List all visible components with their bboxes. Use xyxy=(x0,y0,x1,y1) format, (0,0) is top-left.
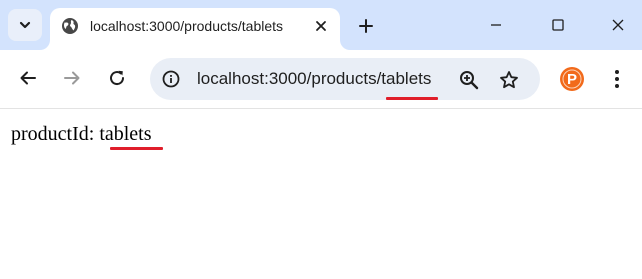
product-id-value: tablets xyxy=(99,123,152,145)
globe-icon xyxy=(62,18,78,34)
more-vert-icon xyxy=(615,70,619,88)
chevron-down-icon xyxy=(19,21,31,29)
star-icon xyxy=(500,71,518,89)
close-icon xyxy=(612,19,624,31)
forward-button[interactable] xyxy=(57,63,87,93)
value-highlight-underline xyxy=(110,147,163,150)
info-icon xyxy=(162,70,180,88)
bookmark-button[interactable] xyxy=(496,67,522,93)
zoom-button[interactable] xyxy=(456,67,482,93)
new-tab-button[interactable] xyxy=(352,12,380,40)
minimize-icon xyxy=(491,24,501,26)
url-highlight-underline xyxy=(386,97,438,100)
url-text[interactable]: localhost:3000/products/tablets xyxy=(197,68,431,90)
site-info-button[interactable] xyxy=(160,68,182,90)
reload-icon xyxy=(110,70,125,86)
maximize-button[interactable] xyxy=(543,10,573,40)
reload-button[interactable] xyxy=(102,63,132,93)
back-button[interactable] xyxy=(13,63,43,93)
tab-strip: localhost:3000/products/tablets xyxy=(0,0,642,50)
arrow-left-icon xyxy=(20,71,36,85)
minimize-button[interactable] xyxy=(481,10,511,40)
arrow-right-icon xyxy=(64,71,80,85)
extension-p-icon: P xyxy=(560,67,584,91)
product-id-label: productId: xyxy=(11,123,95,145)
active-tab[interactable]: localhost:3000/products/tablets xyxy=(50,8,340,50)
toolbar: localhost:3000/products/tablets P xyxy=(0,50,642,109)
extension-badge-text: P xyxy=(567,71,577,88)
close-icon xyxy=(316,21,326,31)
page-content: productId: tablets xyxy=(0,109,642,279)
maximize-icon xyxy=(552,19,564,31)
menu-button[interactable] xyxy=(605,64,629,94)
extension-button[interactable]: P xyxy=(559,66,585,92)
tab-title: localhost:3000/products/tablets xyxy=(90,18,284,34)
tab-search-button[interactable] xyxy=(8,9,42,41)
zoom-in-icon xyxy=(460,71,479,90)
product-id-line: productId: tablets xyxy=(11,122,152,146)
tab-close-button[interactable] xyxy=(310,15,332,37)
close-window-button[interactable] xyxy=(603,10,633,40)
plus-icon xyxy=(359,19,373,33)
address-bar[interactable]: localhost:3000/products/tablets xyxy=(150,58,540,100)
